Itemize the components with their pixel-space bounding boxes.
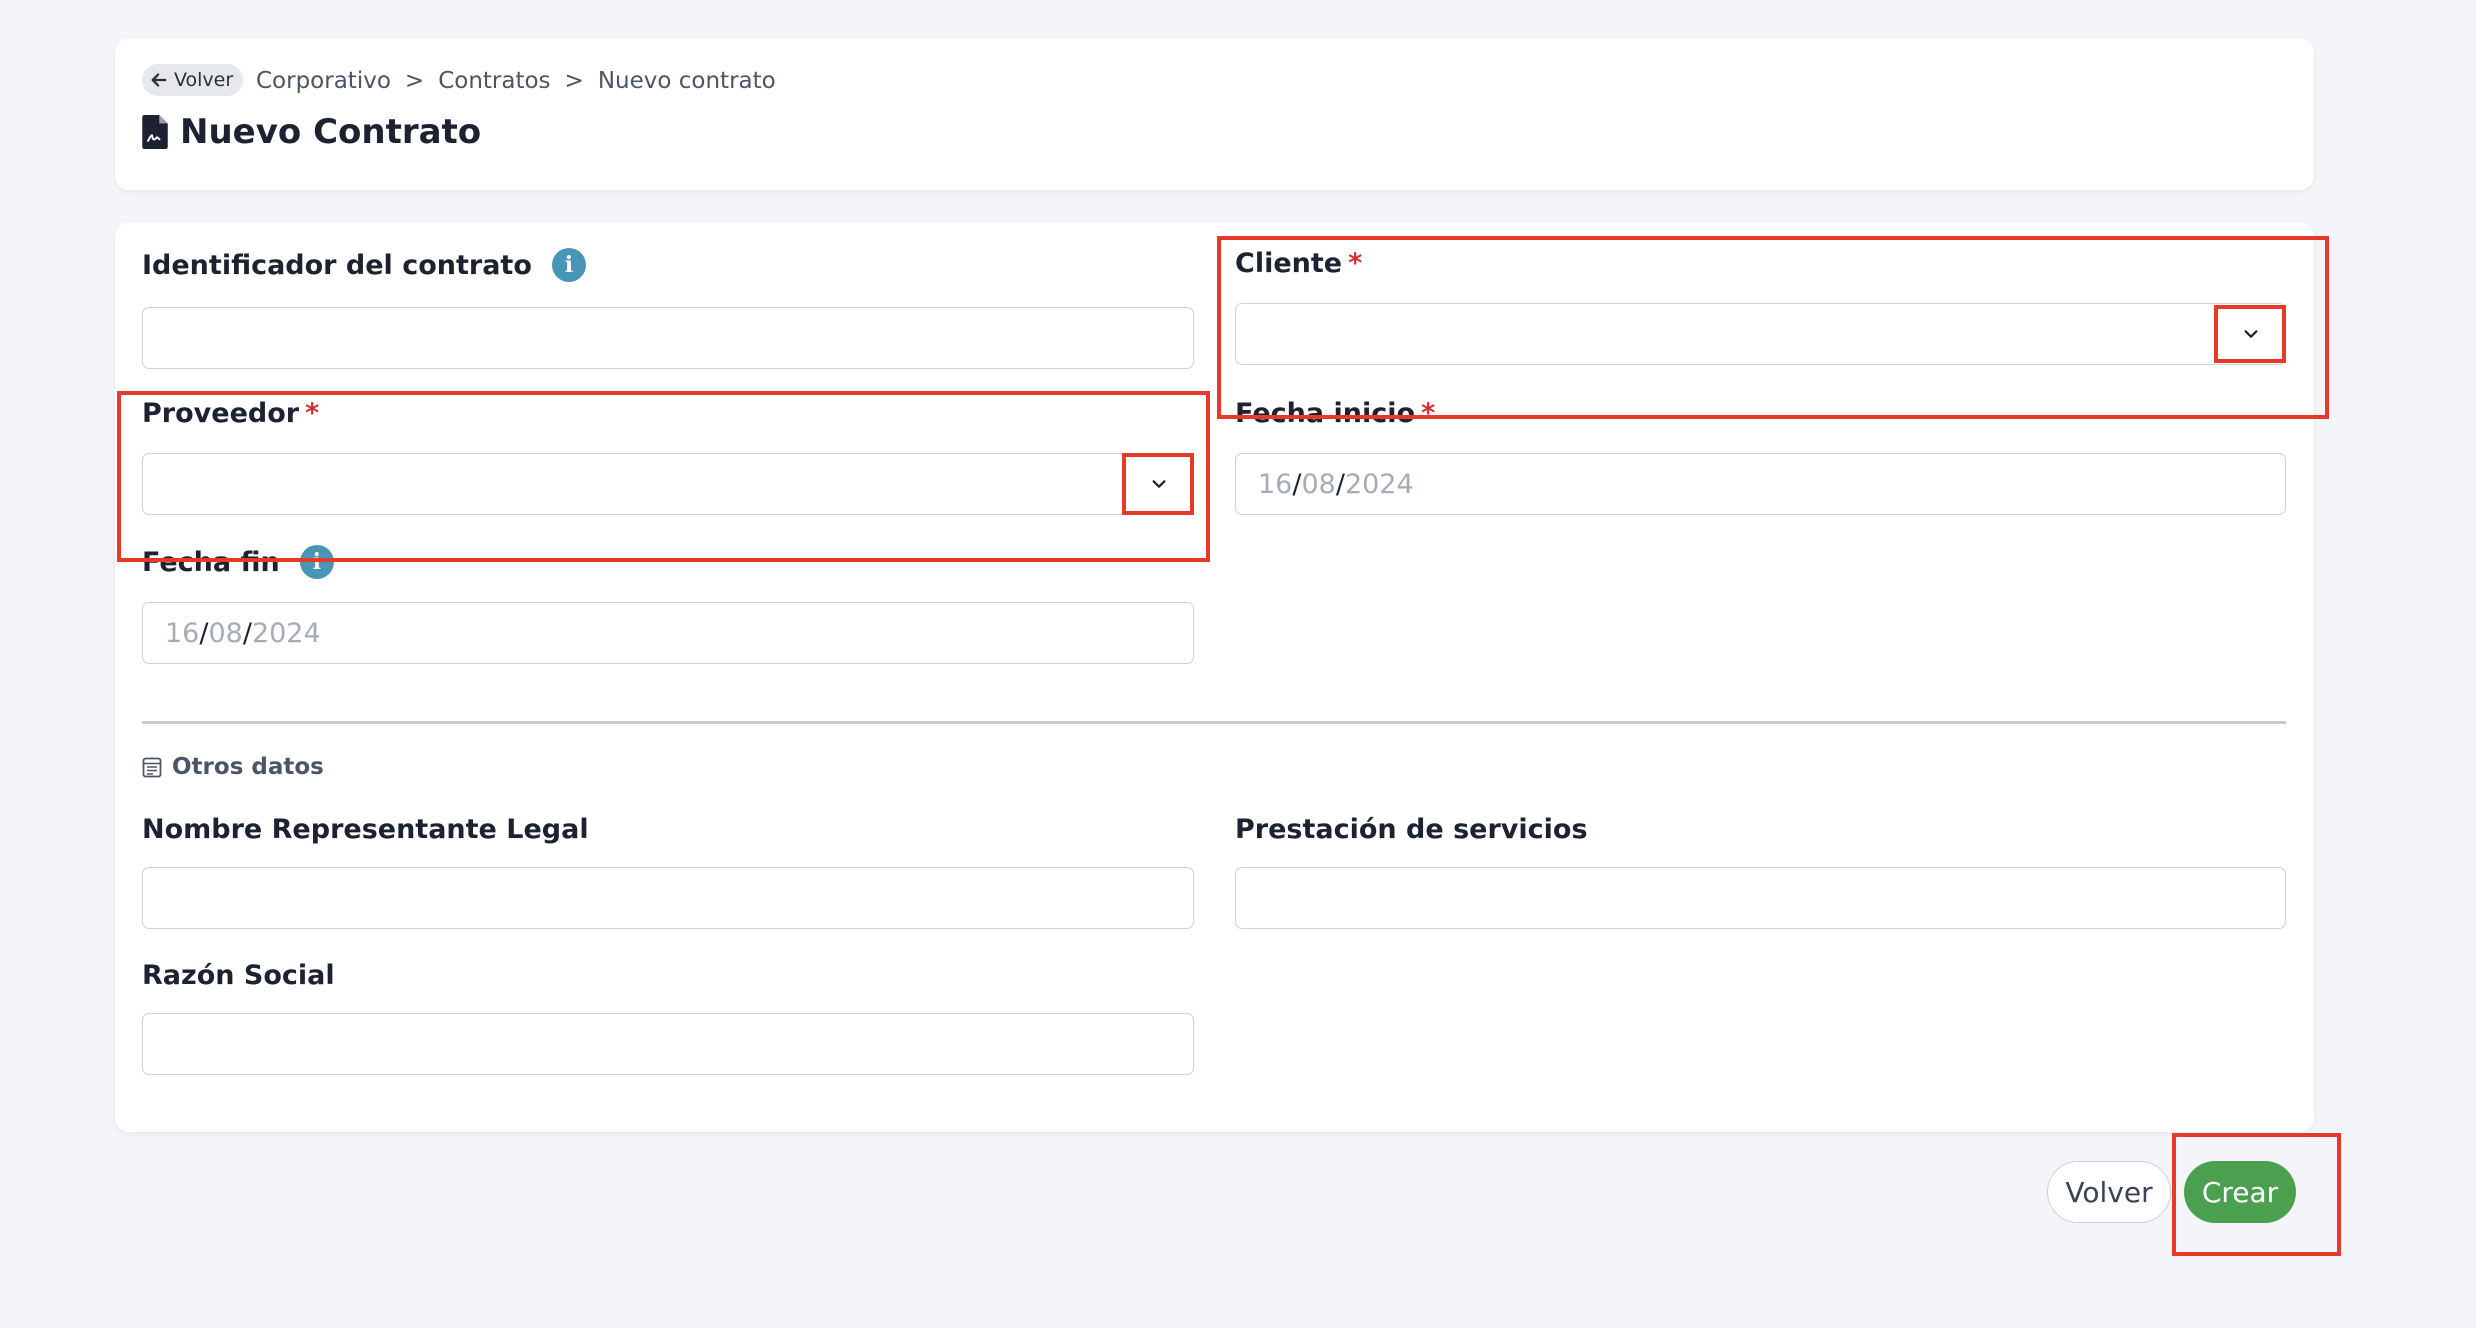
provider-chevron-down-icon[interactable] (1139, 464, 1179, 504)
start-date-year: 2024 (1344, 468, 1414, 500)
date-separator: / (1292, 468, 1302, 500)
end-date-day: 16 (165, 617, 200, 649)
provider-label-text: Proveedor (142, 398, 300, 429)
client-chevron-down-icon[interactable] (2231, 314, 2271, 354)
breadcrumb-separator: > (404, 68, 425, 94)
back-button-label: Volver (174, 69, 234, 91)
info-icon[interactable]: i (299, 545, 334, 579)
arrow-left-icon (151, 73, 167, 87)
info-icon[interactable]: i (551, 248, 586, 282)
page-title-text: Nuevo Contrato (180, 112, 482, 152)
end-date-month: 08 (208, 617, 243, 649)
section-title-text: Otros datos (172, 754, 324, 780)
services-label: Prestación de servicios (1235, 814, 1588, 845)
create-button-label: Crear (2201, 1175, 2279, 1209)
start-date-label: Fecha inicio * (1235, 398, 1435, 429)
start-date-input[interactable]: 16/08/2024 (1235, 453, 2286, 515)
date-separator: / (1335, 468, 1345, 500)
start-date-month: 08 (1301, 468, 1336, 500)
services-label-text: Prestación de servicios (1235, 814, 1588, 845)
date-separator: / (242, 617, 252, 649)
provider-select[interactable] (142, 453, 1194, 515)
start-date-day: 16 (1258, 468, 1293, 500)
calendar-icon (142, 757, 162, 778)
contract-id-input[interactable] (142, 307, 1194, 369)
end-date-label: Fecha fin i (142, 545, 334, 579)
breadcrumb-separator: > (564, 68, 584, 94)
back-button[interactable]: Volver (142, 64, 244, 96)
breadcrumb-item-contratos[interactable]: Contratos (438, 68, 550, 94)
required-mark: * (1348, 248, 1363, 279)
create-button[interactable]: Crear (2184, 1161, 2296, 1223)
client-select[interactable] (1235, 303, 2286, 365)
page-title: Nuevo Contrato (142, 112, 481, 152)
contract-id-label-text: Identificador del contrato (142, 249, 532, 281)
contract-id-label: Identificador del contrato i (142, 248, 586, 282)
legal-rep-label: Nombre Representante Legal (142, 814, 589, 845)
breadcrumb: Corporativo > Contratos > Nuevo contrato (256, 68, 776, 94)
provider-label: Proveedor * (142, 398, 319, 429)
section-divider (142, 721, 2286, 724)
end-date-year: 2024 (251, 617, 321, 649)
required-mark: * (1421, 398, 1436, 429)
client-label-text: Cliente (1235, 248, 1343, 279)
legal-rep-input[interactable] (142, 867, 1194, 929)
company-name-input[interactable] (142, 1013, 1194, 1075)
required-mark: * (305, 398, 320, 429)
start-date-label-text: Fecha inicio (1235, 398, 1416, 429)
breadcrumb-item-corporativo[interactable]: Corporativo (256, 68, 391, 94)
back-footer-button-label: Volver (2065, 1175, 2153, 1209)
legal-rep-label-text: Nombre Representante Legal (142, 814, 589, 845)
services-input[interactable] (1235, 867, 2286, 929)
date-separator: / (199, 617, 209, 649)
section-title: Otros datos (142, 754, 324, 780)
breadcrumb-item-current: Nuevo contrato (597, 68, 776, 94)
back-footer-button[interactable]: Volver (2047, 1161, 2171, 1223)
contract-document-icon (142, 115, 168, 149)
end-date-input[interactable]: 16/08/2024 (142, 602, 1194, 664)
client-label: Cliente * (1235, 248, 1362, 279)
end-date-label-text: Fecha fin (142, 546, 280, 578)
company-name-label: Razón Social (142, 960, 335, 991)
company-name-label-text: Razón Social (142, 960, 335, 991)
